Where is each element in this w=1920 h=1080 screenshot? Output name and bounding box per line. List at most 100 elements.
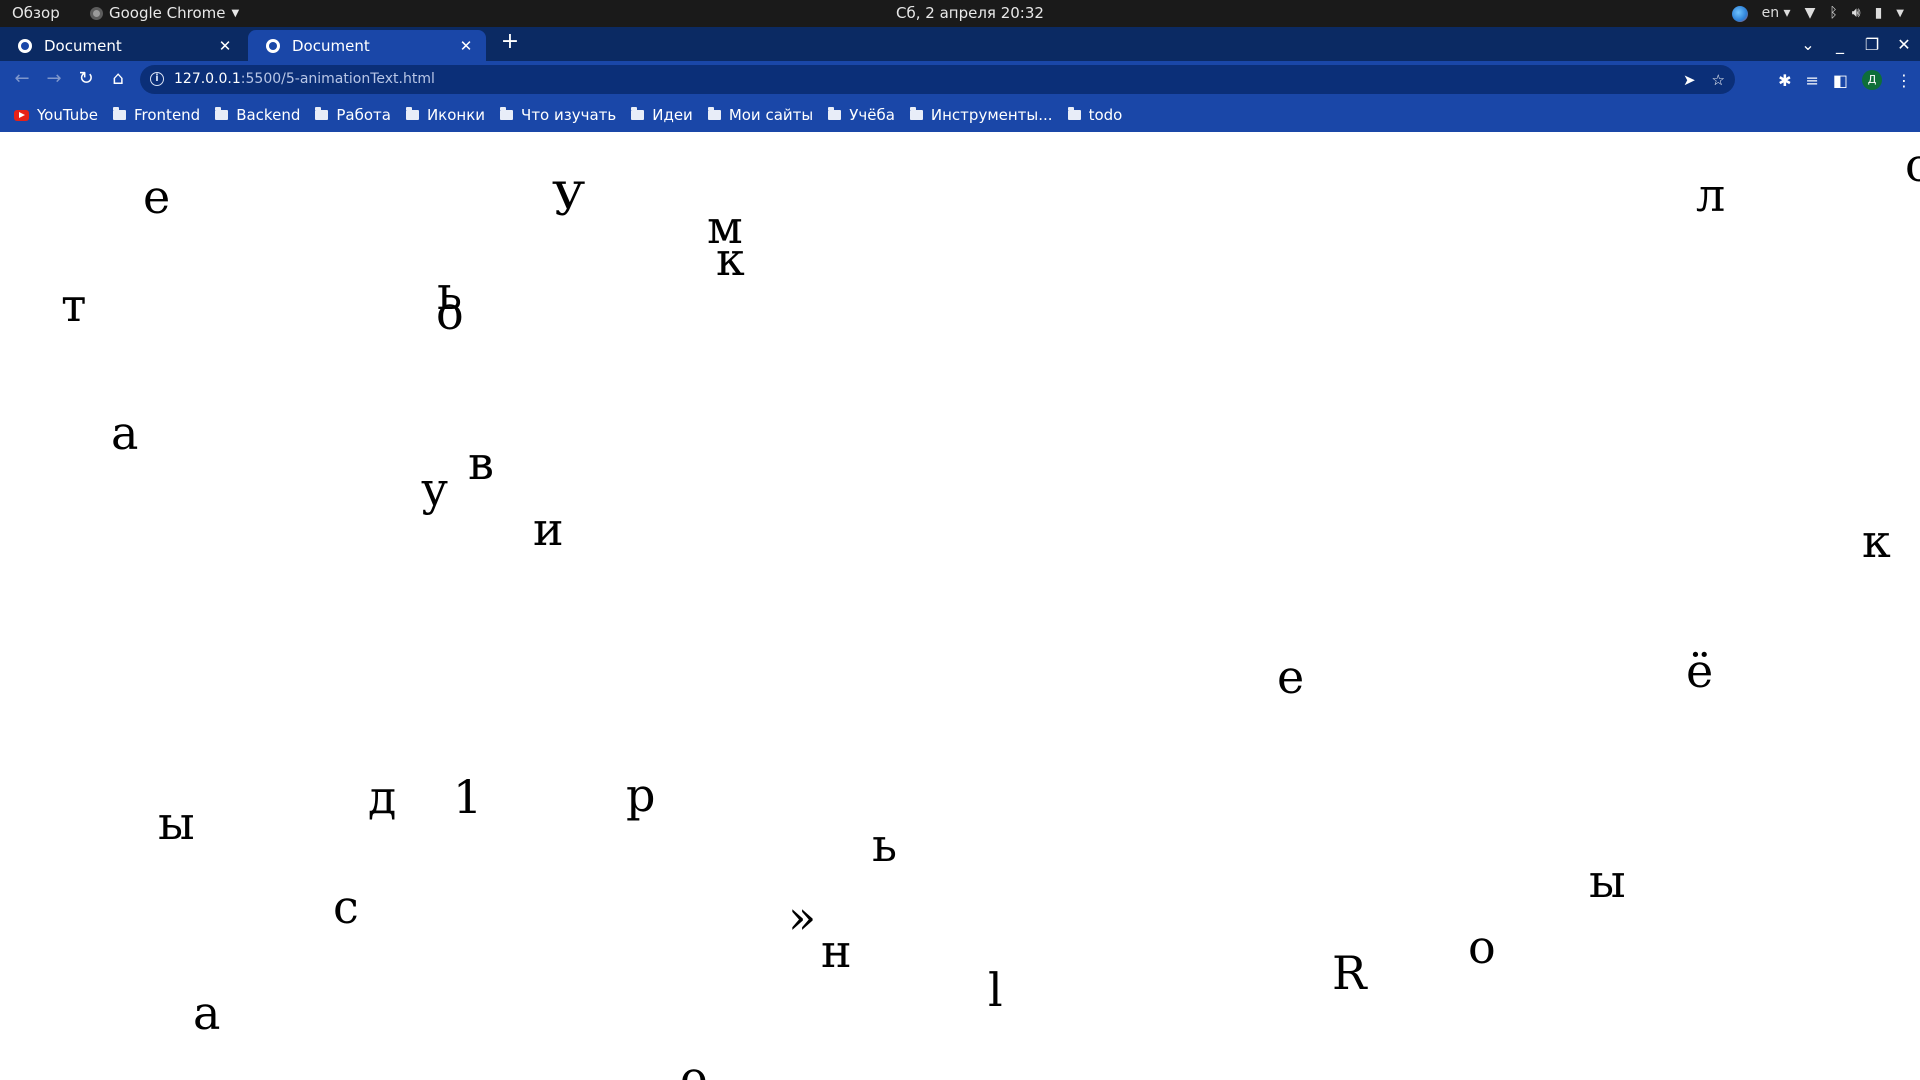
close-icon[interactable]: ✕	[458, 37, 474, 55]
system-menu-chevron-icon[interactable]: ▼	[1896, 0, 1904, 27]
folder-icon	[828, 107, 842, 120]
reload-icon[interactable]: ↻	[74, 67, 98, 91]
bookmark-label: Backend	[236, 106, 301, 124]
address-bar[interactable]: i 127.0.0.1:5500/5-animationText.html ➤ …	[140, 65, 1735, 94]
scattered-letter: с	[1905, 138, 1920, 192]
scattered-letter: о	[436, 286, 464, 340]
chrome-icon	[90, 7, 103, 20]
tab-document-1[interactable]: Document ✕	[0, 30, 245, 61]
profile-avatar[interactable]: Д	[1862, 70, 1882, 90]
scattered-letter: о	[680, 1051, 708, 1080]
wifi-icon[interactable]: ▼	[1805, 0, 1816, 27]
scattered-letter: ь	[872, 818, 898, 872]
scattered-letter: 1	[453, 770, 483, 824]
bookmark-folder[interactable]: Что изучать	[500, 106, 616, 124]
url-host: 127.0.0.1	[174, 71, 241, 87]
bookmarks-bar: YouTube Frontend Backend Работа Иконки Ч…	[0, 98, 1920, 132]
bookmark-label: Работа	[336, 106, 391, 124]
chevron-down-icon: ▼	[231, 8, 240, 19]
bookmark-folder[interactable]: Работа	[315, 106, 391, 124]
folder-icon	[909, 107, 923, 120]
tab-strip: Document ✕ Document ✕	[0, 27, 1920, 61]
window-controls: ⌄ _ ❐ ✕	[1792, 27, 1920, 61]
bookmark-label: todo	[1088, 106, 1123, 124]
page-content: е У м к л с т ь о а в у и к е ё д 1 р ы …	[0, 132, 1920, 1080]
url-path: :5500/5-animationText.html	[240, 71, 435, 87]
battery-icon[interactable]: ▮	[1875, 0, 1883, 27]
tab-title: Document	[44, 36, 122, 55]
close-window-icon[interactable]: ✕	[1888, 35, 1920, 54]
system-top-bar: Обзор Google Chrome ▼ Сб, 2 апреля 20:32…	[0, 0, 1920, 27]
bookmark-folder[interactable]: Инструменты...	[909, 106, 1053, 124]
bookmark-folder[interactable]: Иконки	[405, 106, 486, 124]
info-icon[interactable]: i	[150, 72, 164, 86]
youtube-icon	[14, 109, 29, 121]
bluetooth-icon[interactable]: ᛒ	[1829, 0, 1837, 27]
new-tab-button[interactable]: +	[498, 31, 522, 55]
scattered-letter: ы	[1589, 854, 1626, 908]
scattered-letter: р	[626, 768, 656, 822]
folder-icon	[215, 107, 229, 120]
bookmark-star-icon[interactable]: ☆	[1712, 71, 1725, 89]
scattered-letter: о	[1468, 920, 1496, 974]
bookmark-folder[interactable]: Идеи	[631, 106, 693, 124]
scattered-letter: и	[533, 502, 564, 556]
minimize-icon[interactable]: _	[1824, 35, 1856, 54]
url-text[interactable]: 127.0.0.1:5500/5-animationText.html	[174, 65, 435, 94]
scattered-letter: т	[61, 278, 87, 332]
bookmark-label: Учёба	[849, 106, 895, 124]
bookmark-label: Мои сайты	[728, 106, 814, 124]
scattered-letter: R	[1332, 946, 1367, 1000]
folder-icon	[707, 107, 721, 120]
forward-arrow-icon[interactable]: →	[42, 67, 66, 91]
folder-icon	[1067, 107, 1081, 120]
media-queue-icon[interactable]: ≡	[1805, 71, 1818, 90]
app-name: Google Chrome	[109, 4, 226, 22]
bookmark-label: Frontend	[134, 106, 201, 124]
restore-icon[interactable]: ❐	[1856, 35, 1888, 54]
system-tray[interactable]: en ▾ ▼ ᛒ 🔊︎ ▮ ▼	[1731, 0, 1904, 27]
bookmark-label: Иконки	[426, 106, 486, 124]
bookmark-folder[interactable]: Frontend	[113, 106, 200, 124]
scattered-letter: в	[468, 436, 494, 490]
back-arrow-icon[interactable]: ←	[10, 67, 34, 91]
globe-icon[interactable]	[1731, 5, 1748, 22]
app-menu[interactable]: Google Chrome ▼	[90, 0, 239, 27]
more-menu-icon[interactable]: ⋮	[1896, 71, 1912, 90]
folder-icon	[631, 107, 645, 120]
side-panel-icon[interactable]: ◧	[1833, 71, 1848, 90]
bookmark-folder[interactable]: Мои сайты	[707, 106, 814, 124]
scattered-letter: л	[1696, 168, 1726, 222]
scattered-letter: у	[421, 462, 449, 516]
volume-icon[interactable]: 🔊︎	[1852, 0, 1861, 27]
language-indicator[interactable]: en ▾	[1762, 0, 1791, 27]
tab-document-2[interactable]: Document ✕	[248, 30, 486, 61]
clock[interactable]: Сб, 2 апреля 20:32	[896, 0, 1044, 27]
scattered-letter: д	[368, 770, 397, 824]
tab-search-icon[interactable]: ⌄	[1792, 35, 1824, 54]
scattered-letter: е	[143, 170, 171, 224]
bookmark-folder[interactable]: todo	[1067, 106, 1123, 124]
scattered-letter: У	[552, 172, 586, 226]
scattered-letter: е	[1277, 650, 1305, 704]
bookmark-folder[interactable]: Backend	[215, 106, 300, 124]
bookmark-youtube[interactable]: YouTube	[14, 106, 98, 124]
scattered-letter: к	[1862, 514, 1891, 568]
extensions-puzzle-icon[interactable]: ✱	[1778, 71, 1791, 90]
home-icon[interactable]: ⌂	[106, 67, 130, 91]
scattered-letter: к	[716, 232, 745, 286]
bookmark-folder[interactable]: Учёба	[828, 106, 895, 124]
activities-button[interactable]: Обзор	[12, 0, 60, 27]
globe-icon	[18, 38, 32, 53]
scattered-letter: с	[333, 880, 359, 934]
globe-icon	[266, 38, 280, 53]
scattered-letter: ё	[1686, 644, 1714, 698]
folder-icon	[113, 107, 126, 120]
tab-title: Document	[292, 36, 370, 55]
send-icon[interactable]: ➤	[1683, 71, 1696, 89]
scattered-letter: »	[788, 890, 817, 944]
bookmark-label: Идеи	[652, 106, 693, 124]
scattered-letter: ы	[158, 796, 195, 850]
close-icon[interactable]: ✕	[217, 37, 233, 55]
folder-icon	[500, 107, 514, 120]
